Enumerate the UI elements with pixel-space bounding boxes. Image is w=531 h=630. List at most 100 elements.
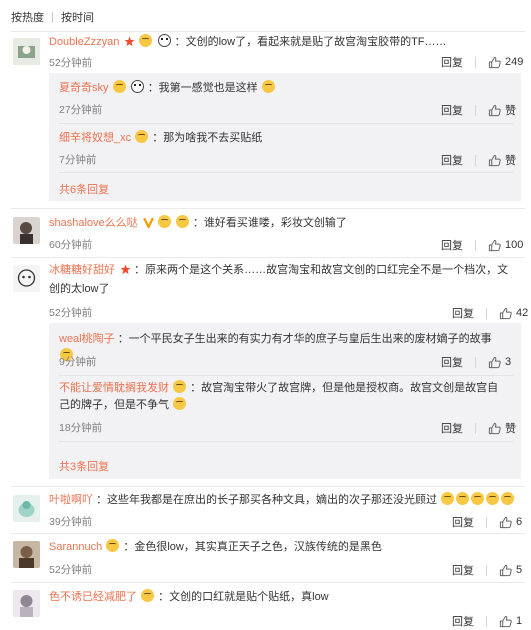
reply-time: 7分钟前 xyxy=(59,154,97,166)
reply-button[interactable]: 回复 xyxy=(441,152,463,168)
commenter-name[interactable]: Sarannuch xyxy=(49,541,102,553)
commenter-name[interactable]: DoubleZzzyan xyxy=(49,36,119,48)
like-button[interactable]: 赞 xyxy=(488,152,516,168)
emoji-icon xyxy=(112,80,126,93)
reply-button[interactable]: 回复 xyxy=(441,420,463,436)
action-separator xyxy=(475,154,476,166)
like-label: 赞 xyxy=(505,155,516,167)
sort-separator xyxy=(52,11,53,23)
comment-time: 60分钟前 xyxy=(49,239,93,251)
action-separator xyxy=(486,516,487,528)
reply-actions: 回复 赞 xyxy=(441,152,516,168)
reply-button[interactable]: 回复 xyxy=(441,354,463,370)
reply-button[interactable]: 回复 xyxy=(441,237,463,253)
commenter-name[interactable]: 冰糖糖好甜好 xyxy=(49,264,115,276)
comment-text-line: DoubleZzzyan ：文创的low了，看起来就是贴了故宫淘宝胶带的TF…… xyxy=(49,34,521,53)
like-label: 赞 xyxy=(505,423,516,435)
replier-name[interactable]: 不能让爱情耽搁我发财 xyxy=(59,382,169,394)
emoji-icon xyxy=(173,380,187,393)
emoji-icon xyxy=(135,130,149,143)
avatar[interactable] xyxy=(13,590,40,617)
crying-emoji-icon xyxy=(456,492,470,505)
reply-button[interactable]: 回复 xyxy=(452,562,474,578)
emoji-icon xyxy=(173,397,187,410)
reply-time: 27分钟前 xyxy=(59,104,103,116)
thumb-up-icon xyxy=(499,516,512,529)
reply-text-line: 不能让爱情耽搁我发财 ：故宫淘宝带火了故宫牌，但是他是授权商。故宫文创是故宫自己… xyxy=(59,380,509,414)
comment-actions: 回复 6 xyxy=(452,514,522,530)
comment-time: 52分钟前 xyxy=(49,307,93,319)
avatar[interactable] xyxy=(13,217,40,244)
replier-name[interactable]: 夏奇奇sky xyxy=(59,82,109,94)
star-badge-icon xyxy=(124,36,135,53)
reply-list: weal桃陶子 ：一个平民女子生出来的有实力有才华的庶子与皇后生出来的废材嫡子的… xyxy=(49,323,521,479)
like-button[interactable]: 赞 xyxy=(488,102,516,118)
comment-item: 色不诱已经减肥了 ：文创的口红就是贴个贴纸，真low 回复 1 xyxy=(0,582,531,630)
avatar[interactable] xyxy=(13,38,40,65)
like-button[interactable]: 3 xyxy=(488,356,511,369)
action-separator xyxy=(475,104,476,116)
commenter-name[interactable]: 色不诱已经减肥了 xyxy=(49,591,137,603)
thumb-up-icon xyxy=(488,154,501,167)
thumb-up-icon xyxy=(488,356,501,369)
like-button[interactable]: 100 xyxy=(488,239,523,252)
sort-by-hot-tab[interactable]: 按热度 xyxy=(11,9,44,25)
commenter-name[interactable]: 叶啦啊吖 xyxy=(49,494,93,506)
comment-item: Sarannuch ：金色很low，其实真正天子之色，汉族传统的是黑色 52分钟… xyxy=(0,533,531,583)
like-button[interactable]: 42 xyxy=(499,307,528,320)
like-button[interactable]: 5 xyxy=(499,564,522,577)
comment-item: 冰糖糖好甜好 ：原来两个是这个关系……故宫淘宝和故宫文创的口红完全不是一个档次，… xyxy=(0,257,531,487)
crying-emoji-icon xyxy=(486,492,500,505)
reply-text: ：那为啥我不去买贴纸 xyxy=(152,132,263,144)
avatar[interactable] xyxy=(13,541,40,568)
replier-name[interactable]: 细辛将奴想_xc xyxy=(59,132,131,144)
emoji-icon xyxy=(106,539,120,552)
comment-time: 52分钟前 xyxy=(49,564,93,576)
thumb-up-icon xyxy=(499,615,512,628)
replier-name[interactable]: weal桃陶子 xyxy=(59,333,115,345)
crying-emoji-icon xyxy=(441,492,455,505)
comment-actions: 回复 1 xyxy=(452,613,522,629)
reply-text: ：我第一感觉也是这样 xyxy=(147,82,258,94)
commenter-name[interactable]: shashalove么么哒 xyxy=(49,217,138,229)
comment-item: DoubleZzzyan ：文创的low了，看起来就是贴了故宫淘宝胶带的TF……… xyxy=(0,31,531,216)
like-button[interactable]: 249 xyxy=(488,56,523,69)
like-button[interactable]: 赞 xyxy=(488,420,516,436)
comment-text-line: 叶啦啊吖 ：这些年我都是在庶出的长子那买各种文具，嫡出的次子那还没光顾过 xyxy=(49,492,521,509)
reply-button[interactable]: 回复 xyxy=(441,102,463,118)
reply-time: 9分钟前 xyxy=(59,356,97,368)
comment-text: ：文创的low了，看起来就是贴了故宫淘宝胶带的TF…… xyxy=(174,36,447,48)
action-separator xyxy=(475,422,476,434)
reply-button[interactable]: 回复 xyxy=(452,613,474,629)
emoji-icon xyxy=(175,215,189,228)
reply-button[interactable]: 回复 xyxy=(441,54,463,70)
reply-divider xyxy=(59,172,513,173)
like-count: 100 xyxy=(505,239,524,251)
panda-emoji-icon xyxy=(130,80,144,93)
thumb-up-icon xyxy=(499,307,512,320)
action-separator xyxy=(475,239,476,251)
more-replies-link[interactable]: 共6条回复 xyxy=(59,181,109,197)
comment-text-line: shashalove么么哒 ：谁好看买谁喽，彩妆文创输了 xyxy=(49,215,521,234)
comment-text: ：文创的口红就是贴个贴纸，真low xyxy=(158,591,329,603)
crying-emoji-icon xyxy=(501,492,515,505)
thumb-up-icon xyxy=(488,104,501,117)
thumb-up-icon xyxy=(499,564,512,577)
sort-by-time-tab[interactable]: 按时间 xyxy=(61,9,94,25)
avatar[interactable] xyxy=(13,495,40,522)
avatar[interactable] xyxy=(13,265,40,292)
emoji-icon xyxy=(141,589,155,602)
more-replies-link[interactable]: 共3条回复 xyxy=(59,458,109,474)
reply-button[interactable]: 回复 xyxy=(452,514,474,530)
thumb-up-icon xyxy=(488,422,501,435)
reply-list: 夏奇奇sky ：我第一感觉也是这样 27分钟前 回复 赞 细辛将奴想_xc ：那… xyxy=(49,73,521,201)
comment-text: ：金色很low，其实真正天子之色，汉族传统的是黑色 xyxy=(123,541,382,553)
like-button[interactable]: 6 xyxy=(499,516,522,529)
reply-text-line: 细辛将奴想_xc ：那为啥我不去买贴纸 xyxy=(59,130,509,147)
reply-text: ：一个平民女子生出来的有实力有才华的庶子与皇后生出来的废材嫡子的故事 xyxy=(117,333,492,345)
laughing-emoji-icon xyxy=(261,80,275,93)
like-button[interactable]: 1 xyxy=(499,615,522,628)
like-count: 249 xyxy=(505,56,524,68)
panda-emoji-icon xyxy=(157,34,171,47)
reply-button[interactable]: 回复 xyxy=(452,305,474,321)
